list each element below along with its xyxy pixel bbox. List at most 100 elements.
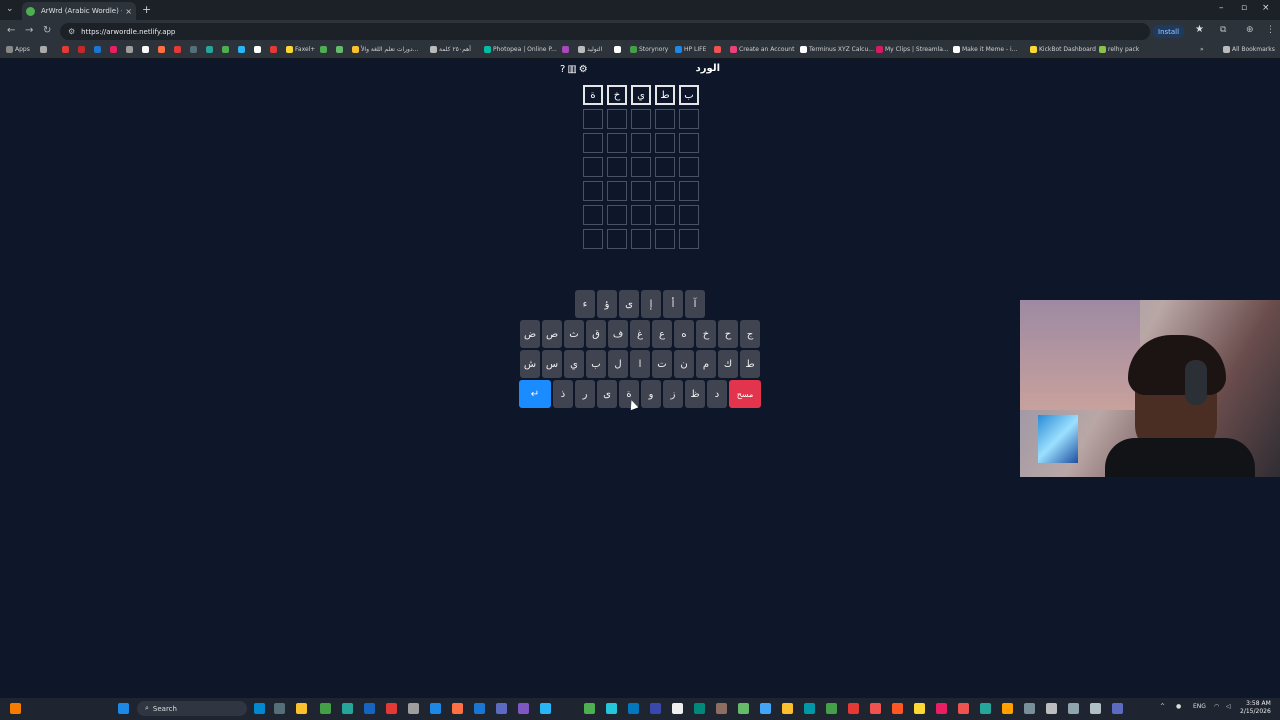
telegram-icon[interactable] — [628, 703, 639, 714]
clock[interactable]: 3:58 AM 2/15/2026 — [1240, 700, 1271, 716]
letter-key[interactable]: ي — [564, 350, 584, 378]
taskbar-search[interactable]: ⌕ Search — [137, 701, 247, 716]
bookmark-icon-m[interactable] — [238, 46, 245, 53]
url-bar[interactable]: ⚙ https://arwordle.netlify.app — [60, 23, 1150, 40]
chrome-icon[interactable] — [782, 703, 793, 714]
bookmark-icon-f[interactable] — [126, 46, 133, 53]
app-icon-31[interactable] — [1090, 703, 1101, 714]
bookmark-faxel[interactable]: Faxel+ — [286, 46, 315, 53]
all-bookmarks[interactable]: All Bookmarks — [1223, 46, 1275, 53]
bookmark-icon-t[interactable] — [714, 46, 721, 53]
app-icon-4[interactable] — [342, 703, 353, 714]
maximize-icon[interactable]: ▫ — [1241, 3, 1247, 13]
app-icon-17[interactable] — [716, 703, 727, 714]
steam-icon[interactable] — [364, 703, 375, 714]
app-icon-24[interactable] — [936, 703, 947, 714]
bookmark-rules[interactable]: التوليد — [578, 46, 602, 53]
letter-key[interactable]: ى — [597, 380, 617, 408]
letter-key[interactable]: ظ — [685, 380, 705, 408]
file-explorer-icon[interactable] — [296, 703, 307, 714]
letter-key[interactable]: ع — [652, 320, 672, 348]
bookmark-250-words[interactable]: أهم٢٥٠ كلمة — [430, 46, 471, 53]
bookmark-icon-s[interactable] — [614, 46, 621, 53]
tab-active[interactable]: ArWrd (Arabic Wordle) - الورد × — [22, 2, 136, 20]
bookmark-storynory[interactable]: Storynory — [630, 46, 668, 53]
letter-key[interactable]: ء — [575, 290, 595, 318]
app-icon-2[interactable] — [274, 703, 285, 714]
letter-key[interactable]: ؤ — [597, 290, 617, 318]
letter-key[interactable]: إ — [641, 290, 661, 318]
app-icon-23[interactable] — [914, 703, 925, 714]
bookmark-hp-life[interactable]: HP LIFE — [675, 46, 706, 53]
app-icon-8[interactable] — [452, 703, 463, 714]
letter-key[interactable]: ح — [718, 320, 738, 348]
letter-key[interactable]: ه — [674, 320, 694, 348]
start-icon[interactable] — [118, 703, 129, 714]
app-icon-1[interactable] — [254, 703, 265, 714]
menu-icon[interactable]: ⋮ — [1266, 25, 1275, 35]
letter-key[interactable]: ل — [608, 350, 628, 378]
new-tab-icon[interactable]: + — [142, 3, 151, 16]
language-indicator[interactable]: ENG — [1193, 703, 1206, 710]
letter-key[interactable]: غ — [630, 320, 650, 348]
app-icon-22[interactable] — [870, 703, 881, 714]
wifi-icon[interactable]: ◠ — [1214, 703, 1219, 710]
bookmark-create-account[interactable]: Create an Account — [730, 46, 794, 53]
more-bookmarks-icon[interactable]: » — [1200, 46, 1204, 53]
bookmark-icon-k[interactable] — [206, 46, 213, 53]
app-icon-19[interactable] — [760, 703, 771, 714]
bookmark-icon-p[interactable] — [320, 46, 327, 53]
app-icon-10[interactable] — [496, 703, 507, 714]
app-icon-11[interactable] — [540, 703, 551, 714]
weather-icon[interactable] — [10, 703, 21, 714]
letter-key[interactable]: آ — [685, 290, 705, 318]
app-icon-29[interactable] — [1046, 703, 1057, 714]
letter-key[interactable]: ب — [586, 350, 606, 378]
letter-key[interactable]: ط — [740, 350, 760, 378]
bookmark-relhy-pack[interactable]: relhy pack — [1099, 46, 1139, 53]
bookmark-kickbot[interactable]: KickBot Dashboard — [1030, 46, 1096, 53]
app-icon-18[interactable] — [738, 703, 749, 714]
bookmark-icon-e[interactable] — [110, 46, 117, 53]
bookmark-icon-a[interactable] — [40, 46, 47, 53]
app-icon-5[interactable] — [386, 703, 397, 714]
app-icon-3[interactable] — [320, 703, 331, 714]
app-icon-15[interactable] — [672, 703, 683, 714]
tray-chevron-icon[interactable]: ^ — [1160, 703, 1165, 710]
bookmark-icon-b[interactable] — [62, 46, 69, 53]
help-icon[interactable]: ? — [560, 64, 565, 75]
reload-icon[interactable]: ↻ — [43, 25, 51, 36]
discord-icon[interactable] — [518, 703, 529, 714]
app-icon-25[interactable] — [958, 703, 969, 714]
letter-key[interactable]: ث — [564, 320, 584, 348]
extensions-icon[interactable]: ⧉ — [1220, 25, 1226, 35]
enter-key[interactable]: ↵ — [519, 380, 551, 408]
bookmark-icon-c[interactable] — [78, 46, 85, 53]
delete-key[interactable]: مسح — [729, 380, 761, 408]
close-tab-icon[interactable]: × — [125, 7, 132, 16]
window-close-icon[interactable]: × — [1262, 3, 1270, 13]
app-icon-12[interactable] — [584, 703, 595, 714]
letter-key[interactable]: س — [542, 350, 562, 378]
bookmark-icon-d[interactable] — [94, 46, 101, 53]
edge-icon[interactable] — [804, 703, 815, 714]
letter-key[interactable]: ف — [608, 320, 628, 348]
app-icon-14[interactable] — [650, 703, 661, 714]
app-icon-32[interactable] — [1112, 703, 1123, 714]
profile-icon[interactable]: ⊕ — [1246, 25, 1254, 35]
bookmark-star-icon[interactable]: ★ — [1195, 24, 1204, 35]
bookmark-my-clips[interactable]: My Clips | Streamla... — [876, 46, 949, 53]
letter-key[interactable]: و — [641, 380, 661, 408]
letter-key[interactable]: ج — [740, 320, 760, 348]
letter-key[interactable]: ز — [663, 380, 683, 408]
bookmark-icon-g[interactable] — [142, 46, 149, 53]
letter-key[interactable]: ن — [674, 350, 694, 378]
letter-key[interactable]: خ — [696, 320, 716, 348]
app-icon-28[interactable] — [1024, 703, 1035, 714]
bookmark-courses[interactable]: دورات تعلم اللغة والأ... — [352, 46, 418, 53]
letter-key[interactable]: ت — [652, 350, 672, 378]
brave-icon[interactable] — [892, 703, 903, 714]
letter-key[interactable]: ش — [520, 350, 540, 378]
app-icon-7[interactable] — [430, 703, 441, 714]
bookmark-icon-r[interactable] — [562, 46, 569, 53]
